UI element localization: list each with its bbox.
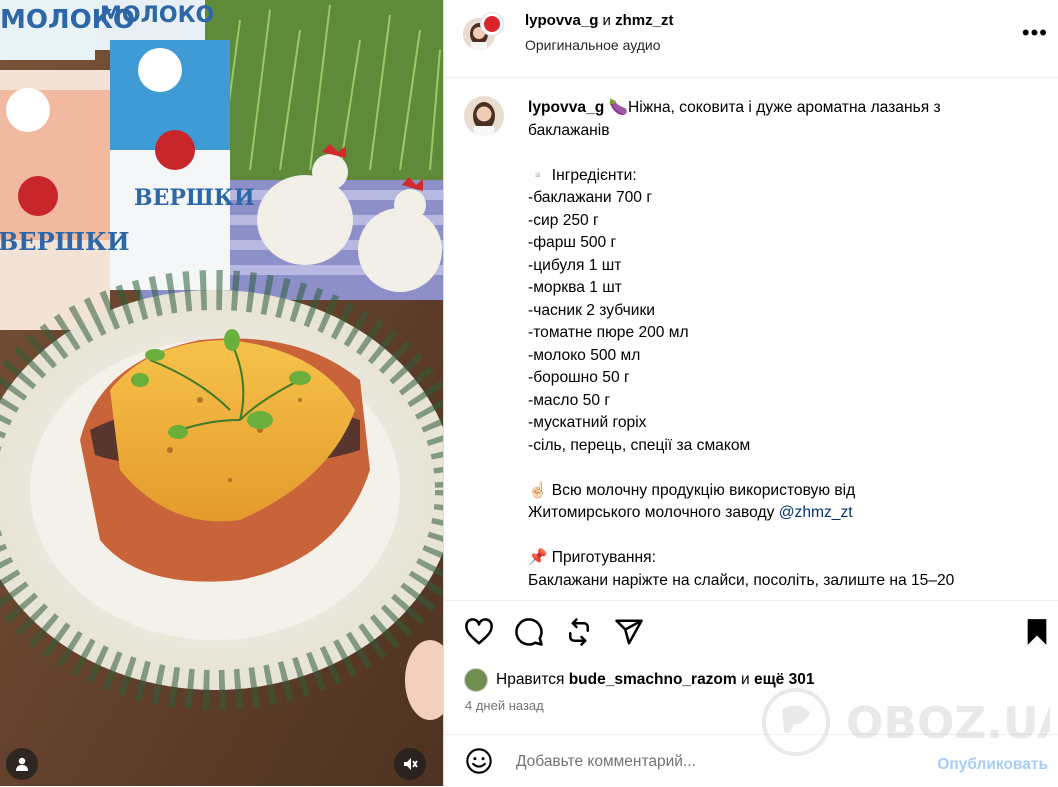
audio-link[interactable]: Оригинальное аудио <box>525 37 661 53</box>
watermark: OBOZ.UA <box>762 688 1050 756</box>
user-icon <box>16 757 28 771</box>
caption-avatar[interactable] <box>464 96 504 136</box>
author2-link[interactable]: zhmz_zt <box>615 12 673 29</box>
ingredient-item: -сіль, перець, спеції за смаком <box>528 436 751 454</box>
pointing-up-icon: ☝🏻 <box>528 481 548 499</box>
post-photo: МОЛОКО МОЛОКО ВЕРШКИ ВЕРШКИ <box>0 0 443 786</box>
ingredient-item: -молоко 500 мл <box>528 346 641 364</box>
caption-text: lypovva_g 🍆Ніжна, соковита і дуже аромат… <box>528 97 1008 592</box>
carton-brand-2: МОЛОКО <box>100 3 214 28</box>
dairy-text-1: Всю молочну продукцію використовую від <box>551 481 856 499</box>
bookmark-icon <box>1027 619 1047 645</box>
post-media[interactable]: МОЛОКО МОЛОКО ВЕРШКИ ВЕРШКИ <box>0 0 443 786</box>
eggplant-icon: 🍆 <box>608 99 629 116</box>
emoji-button[interactable] <box>464 746 494 776</box>
publish-button[interactable]: Опубликовать <box>937 756 1048 774</box>
liker-avatar[interactable] <box>464 668 488 692</box>
author1-link[interactable]: lypovva_g <box>525 12 598 29</box>
save-button[interactable] <box>1022 617 1052 647</box>
ingredient-item: -масло 50 г <box>528 391 611 409</box>
carton-label-4: ВЕРШКИ <box>0 227 130 256</box>
user-tag-button[interactable] <box>6 748 38 780</box>
likes-prefix: Нравится <box>496 671 565 688</box>
ingredient-item: -часник 2 зубчики <box>528 301 655 319</box>
ingredient-item: -мускатний горіх <box>528 414 647 431</box>
mention-link[interactable]: @zhmz_zt <box>779 504 853 521</box>
repost-icon <box>569 618 589 646</box>
ingredient-item: -фарш 500 г <box>528 234 617 251</box>
like-button[interactable] <box>464 617 494 647</box>
ingredient-item: -цибуля 1 шт <box>528 256 622 274</box>
ingredient-item: -томатне пюре 200 мл <box>528 324 689 341</box>
ingredients-heading: ▫️ Інгредієнти: <box>528 166 637 184</box>
comment-icon <box>515 618 543 646</box>
ingredient-item: -борошно 50 г <box>528 369 630 386</box>
caption-username[interactable]: lypovva_g <box>528 99 604 116</box>
post-details-panel: lypovva_g и zhmz_zt Оригинальное аудио •… <box>443 0 1058 786</box>
pushpin-icon: 📌 <box>528 549 548 566</box>
more-options-button[interactable]: ••• <box>1022 20 1048 46</box>
author-connector: и <box>602 12 611 29</box>
comment-button[interactable] <box>514 617 544 647</box>
coauthor-logo[interactable] <box>480 12 504 36</box>
carton-label-3: ВЕРШКИ <box>134 185 255 211</box>
repost-button[interactable] <box>564 617 594 647</box>
heart-icon <box>465 618 493 645</box>
post-header: lypovva_g и zhmz_zt Оригинальное аудио •… <box>444 0 1058 78</box>
liker-username[interactable]: bude_smachno_razom <box>569 671 737 689</box>
emoji-icon <box>466 748 492 774</box>
ingredient-item: -баклажани 700 г <box>528 189 653 206</box>
dairy-text-2: Житомирського молочного заводу <box>528 504 775 521</box>
avatar-photo <box>464 96 504 136</box>
share-icon <box>615 619 643 645</box>
caption-area: lypovva_g 🍆Ніжна, соковита і дуже аромат… <box>444 78 1058 598</box>
prep-text: Баклажани наріжте на слайси, посоліть, з… <box>528 571 955 589</box>
watermark-text: OBOZ.UA <box>846 698 1050 749</box>
mute-button[interactable] <box>394 748 426 780</box>
author-names: lypovva_g и zhmz_zt <box>525 12 673 29</box>
more-icon: ••• <box>1021 20 1048 45</box>
ingredient-item: -сир 250 г <box>528 211 599 229</box>
likes-middle: и <box>741 671 750 688</box>
post-timestamp[interactable]: 4 дней назад <box>465 698 544 713</box>
share-button[interactable] <box>614 617 644 647</box>
ingredient-item: -морква 1 шт <box>528 279 622 296</box>
mute-icon <box>404 758 418 770</box>
prep-heading: Приготування: <box>551 549 656 566</box>
